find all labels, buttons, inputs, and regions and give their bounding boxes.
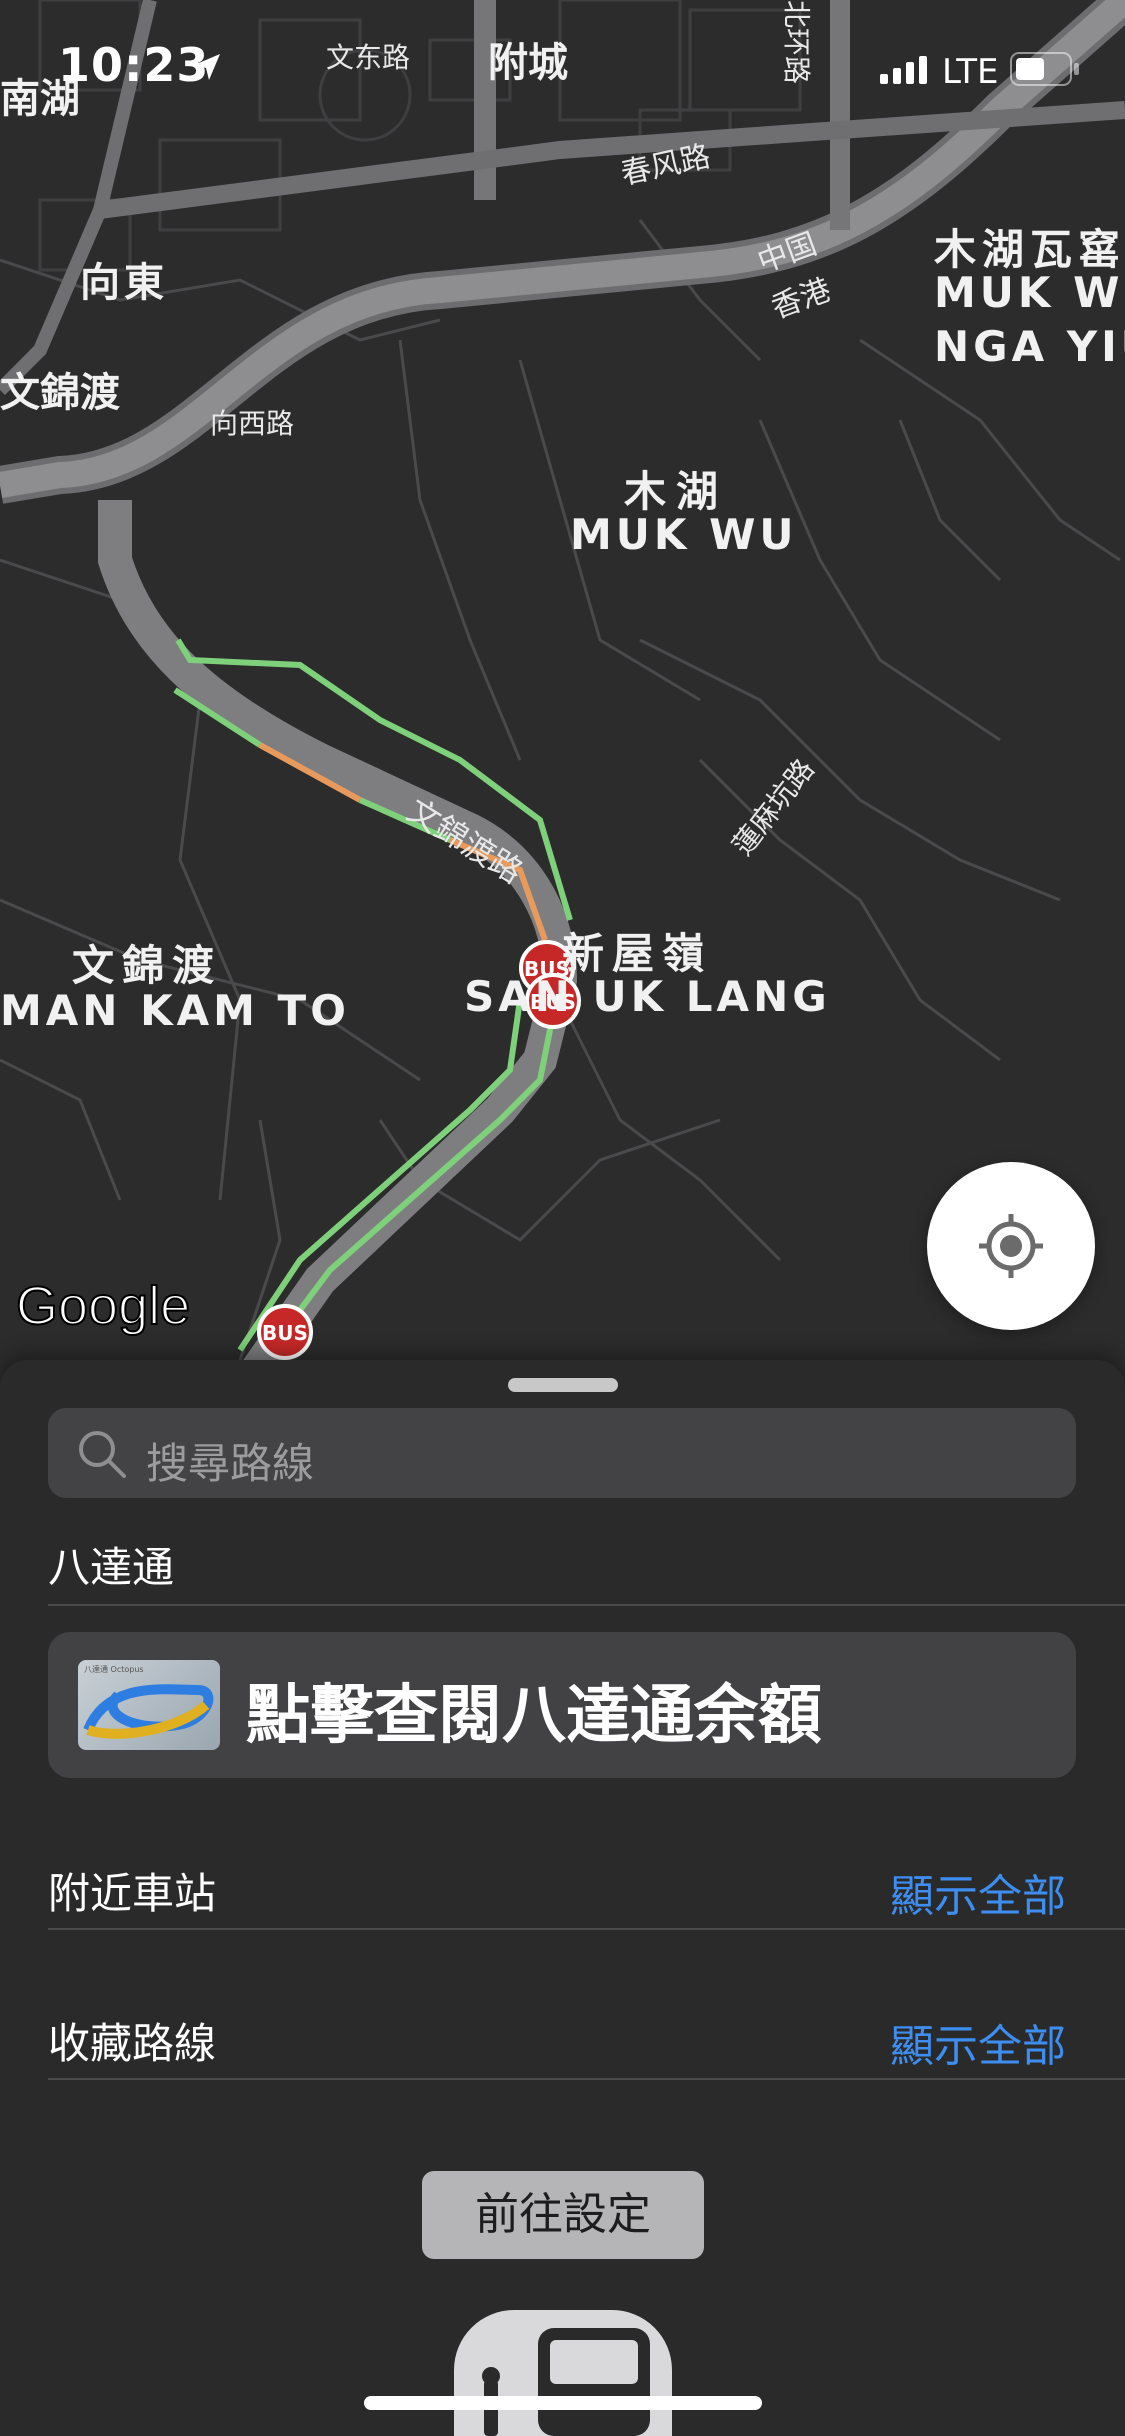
nearby-show-all-link[interactable]: 顯示全部 [890,1860,1066,1924]
sheet-grabber[interactable] [508,1378,618,1392]
map-label-man-kam-to-en: MAN KAM TO [0,986,350,1035]
divider [48,1604,1125,1606]
octopus-balance-label: 點擊查閱八達通余額 [246,1679,822,1753]
my-location-button[interactable] [927,1162,1095,1330]
map-label-heung-tung: 向東 [80,260,168,306]
bus-illustration [454,2310,672,2436]
map-label-muk-wu-nga-yiu-en2: NGA YIU [934,322,1125,371]
map-label-muk-wu-nga-yiu-en: MUK WU [934,268,1125,317]
home-indicator [364,2396,762,2410]
crosshair-icon [979,1214,1043,1278]
map-label-man-kam-to-top: 文錦渡 [0,370,120,416]
bus-stop-marker[interactable]: BUS [257,1304,313,1360]
network-type: LTE [942,52,999,92]
map-label-san-uk-ling-en: SAN UK LANG [464,972,831,1021]
map-label-north-road: 北环路 [780,0,813,85]
map-label-man-tung-road: 文东路 [326,41,411,74]
nearby-stations-title: 附近車站 [48,1869,217,1918]
map-label-man-kam-to: 文錦渡 [72,941,223,990]
octopus-logo-icon [83,1684,214,1739]
map-label-heung-sai-road: 向西路 [210,407,295,440]
map-label-muk-wu-en: MUK WU [570,510,798,559]
signal-icon [880,56,927,84]
octopus-section-title: 八達通 [48,1543,175,1592]
bus-icon [482,2328,650,2436]
favorite-routes-title: 收藏路線 [48,2019,217,2068]
go-to-settings-button[interactable]: 前往設定 [422,2171,704,2259]
map-view[interactable]: BUS BUS BUS 南湖 文东路 附城 北环路 春风路 中国 香港 木湖瓦窰… [0,0,1125,1380]
battery-icon [1010,52,1079,86]
map-label-fu-shing: 附城 [488,40,568,86]
location-arrow-icon [194,54,220,80]
search-placeholder: 搜尋路線 [146,1439,315,1488]
status-time: 10:23 [58,38,210,92]
divider [48,1928,1125,1930]
divider [48,2078,1125,2080]
google-logo: Google [15,1275,191,1337]
search-icon [79,1431,126,1478]
map-canvas: BUS BUS BUS [0,0,1125,1380]
octopus-card-image: 八達通 Octopus [78,1660,220,1750]
route-search-field[interactable]: 搜尋路線 [48,1408,1076,1498]
svg-text:BUS: BUS [262,1321,308,1345]
favorites-show-all-link[interactable]: 顯示全部 [890,2010,1066,2074]
octopus-balance-card[interactable]: 八達通 Octopus 點擊查閱八達通余額 [48,1632,1076,1778]
